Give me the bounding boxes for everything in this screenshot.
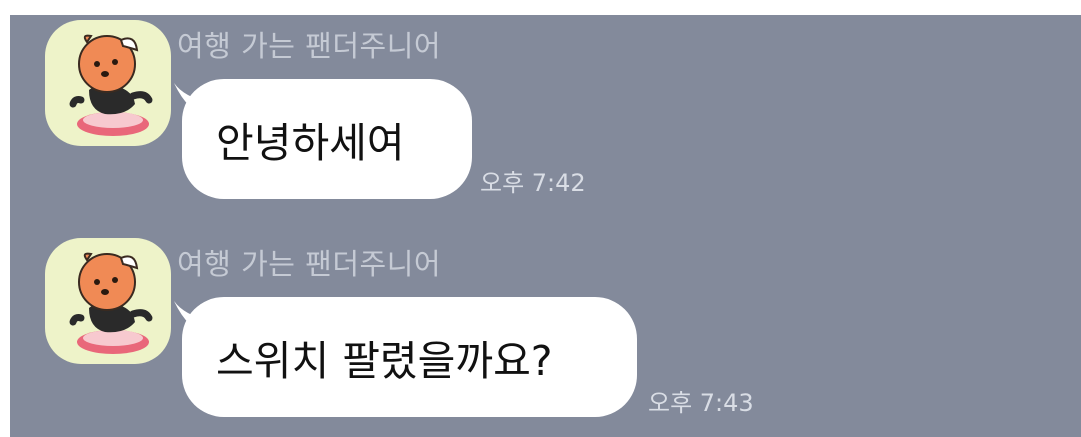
message-text: 안녕하세여 [216,119,405,167]
sender-avatar[interactable] [45,20,171,146]
message-timestamp: 오후 7:43 [648,389,754,417]
sender-avatar[interactable] [45,238,171,364]
message-bubble[interactable]: 스위치 팔렸을까요? [182,297,637,417]
sender-name: 여행 가는 팬더주니어 [177,29,442,63]
message-bubble[interactable]: 안녕하세여 [182,79,472,199]
message-timestamp: 오후 7:42 [480,169,586,197]
sender-name: 여행 가는 팬더주니어 [177,247,442,281]
panda-character-avatar-icon [69,34,153,136]
message-text: 스위치 팔렸을까요? [216,337,553,385]
chat-message: 여행 가는 팬더주니어 스위치 팔렸을까요? 오후 7:43 [10,233,1081,433]
chat-message: 여행 가는 팬더주니어 안녕하세여 오후 7:42 [10,15,1081,215]
panda-character-avatar-icon [69,252,153,354]
chat-area[interactable]: 여행 가는 팬더주니어 안녕하세여 오후 7:42 여행 가는 팬더주니어 스위… [10,15,1081,437]
